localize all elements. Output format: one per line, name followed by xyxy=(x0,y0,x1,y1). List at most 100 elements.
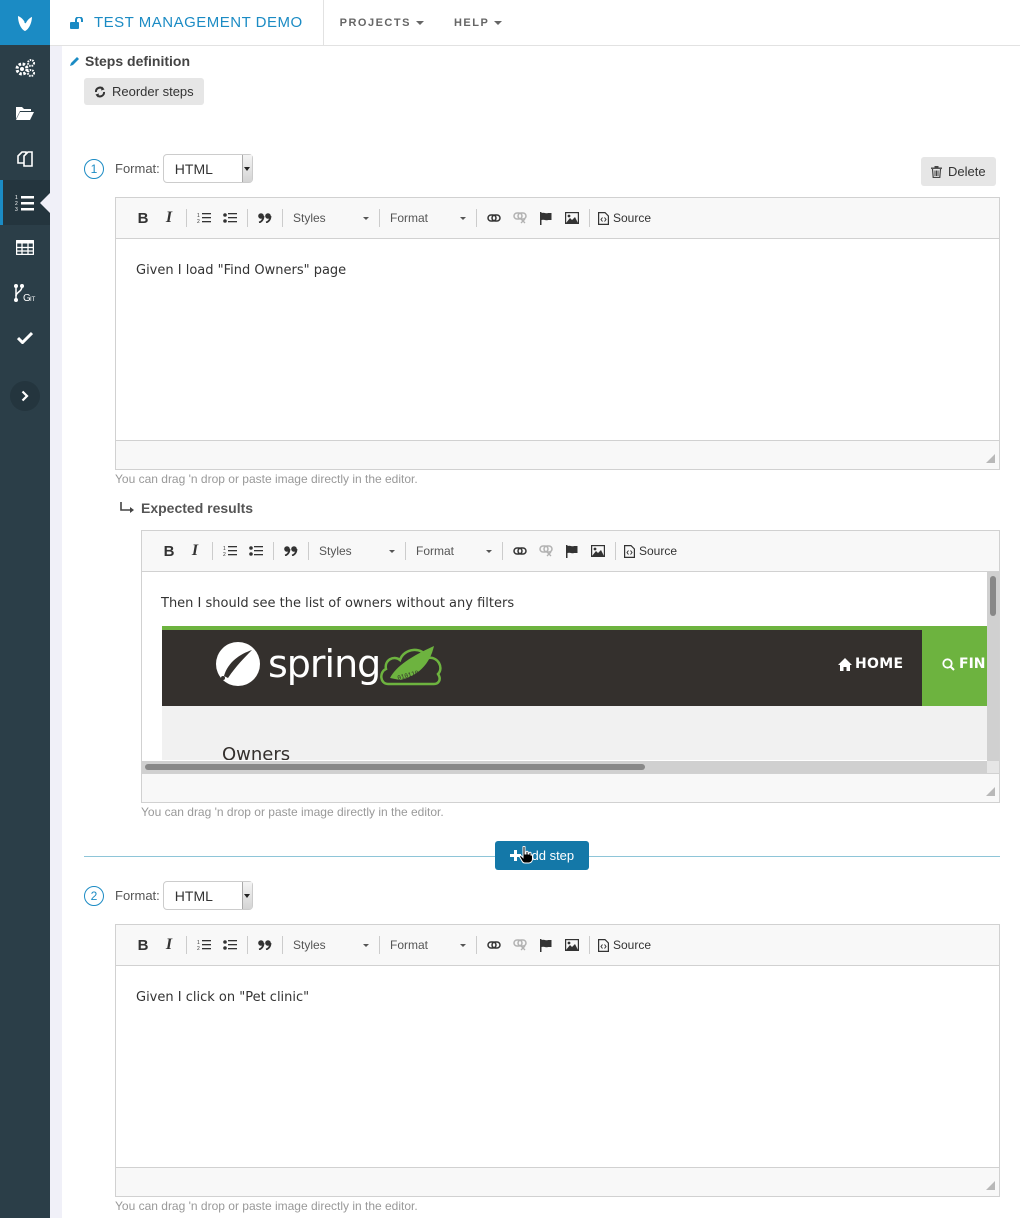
sidebar-item-table[interactable] xyxy=(0,225,50,270)
image-button[interactable] xyxy=(559,205,585,231)
toolbar-separator xyxy=(282,209,283,227)
vertical-scrollbar[interactable] xyxy=(987,572,999,762)
numbered-list-button[interactable]: 12 xyxy=(191,932,217,958)
anchor-button[interactable] xyxy=(533,205,559,231)
styles-combo[interactable]: Styles xyxy=(313,539,401,563)
styles-label: Styles xyxy=(293,211,326,225)
unlink-button[interactable] xyxy=(507,205,533,231)
numbered-list-icon: 12 xyxy=(197,213,211,224)
spring-nav-home: HOME xyxy=(838,656,903,672)
step-action-text: Given I click on "Pet clinic" xyxy=(136,990,310,1005)
editor-content[interactable]: Given I load "Find Owners" page xyxy=(116,239,999,440)
format-combo[interactable]: Format xyxy=(384,206,472,230)
step-1-format-select[interactable]: HTML xyxy=(162,154,253,183)
numbered-list-button[interactable]: 12 xyxy=(191,205,217,231)
link-button[interactable] xyxy=(481,932,507,958)
format-combo[interactable]: Format xyxy=(384,933,472,957)
vertical-scroll-thumb[interactable] xyxy=(990,576,996,616)
source-file-icon xyxy=(624,544,635,558)
resize-handle[interactable] xyxy=(986,1181,995,1190)
caret-down-icon xyxy=(389,549,395,553)
toolbar-separator xyxy=(186,209,187,227)
editor-content[interactable]: Given I click on "Pet clinic" xyxy=(116,966,999,1167)
bulleted-list-icon xyxy=(249,546,263,556)
styles-combo[interactable]: Styles xyxy=(287,206,375,230)
app-logo[interactable] xyxy=(0,0,50,45)
editor-footer xyxy=(116,1167,999,1196)
unlink-button[interactable] xyxy=(507,932,533,958)
source-button[interactable]: Source xyxy=(594,938,655,952)
italic-button[interactable]: I xyxy=(182,538,208,564)
source-button[interactable]: Source xyxy=(594,211,655,225)
delete-label: Delete xyxy=(948,164,986,179)
editor-content[interactable]: Then I should see the list of owners wit… xyxy=(142,572,999,773)
resize-handle[interactable] xyxy=(986,787,995,796)
sidebar-item-validation[interactable] xyxy=(0,315,50,360)
step-2-header: 2 Format: HTML xyxy=(84,881,253,910)
source-label: Source xyxy=(613,938,652,952)
horizontal-scrollbar[interactable] xyxy=(142,761,988,773)
horizontal-scroll-thumb[interactable] xyxy=(145,764,645,770)
blockquote-button[interactable] xyxy=(278,538,304,564)
toolbar-separator xyxy=(405,542,406,560)
link-button[interactable] xyxy=(507,538,533,564)
image-button[interactable] xyxy=(585,538,611,564)
step-number: 1 xyxy=(84,158,104,179)
bold-button[interactable]: B xyxy=(130,205,156,231)
content-gutter xyxy=(50,45,62,1218)
sidebar-item-git[interactable]: G IT xyxy=(0,270,50,315)
caret-down-icon xyxy=(415,20,424,25)
styles-combo[interactable]: Styles xyxy=(287,933,375,957)
blockquote-button[interactable] xyxy=(252,205,278,231)
link-button[interactable] xyxy=(481,205,507,231)
caret-down-icon xyxy=(460,943,466,947)
numbered-list-icon: 12 xyxy=(223,546,237,557)
unlink-icon xyxy=(513,939,527,951)
anchor-button[interactable] xyxy=(559,538,585,564)
bold-button[interactable]: B xyxy=(156,538,182,564)
bulleted-list-button[interactable] xyxy=(217,932,243,958)
step-2-format-select[interactable]: HTML xyxy=(162,881,253,910)
bulleted-list-icon xyxy=(223,213,237,223)
source-button[interactable]: Source xyxy=(620,544,681,558)
italic-button[interactable]: I xyxy=(156,932,182,958)
menu-help[interactable]: HELP xyxy=(454,17,503,29)
svg-text:IT: IT xyxy=(30,297,36,303)
menu-projects[interactable]: PROJECTS xyxy=(340,17,424,29)
numbered-list-button[interactable]: 12 xyxy=(217,538,243,564)
resize-handle[interactable] xyxy=(986,454,995,463)
image-button[interactable] xyxy=(559,932,585,958)
app-title[interactable]: TEST MANAGEMENT DEMO xyxy=(50,0,324,46)
sidebar-item-projects[interactable] xyxy=(0,90,50,135)
flag-icon xyxy=(540,938,552,952)
step-2-action-editor: B I 12 Styles Format Source Given I clic… xyxy=(115,924,1000,1197)
toolbar-separator xyxy=(379,936,380,954)
sidebar-item-test-cases[interactable] xyxy=(0,135,50,180)
expected-result-text: Then I should see the list of owners wit… xyxy=(161,596,515,611)
sidebar-item-steps[interactable]: 123 xyxy=(0,180,50,225)
unlock-icon xyxy=(70,16,83,29)
sidebar-item-settings[interactable] xyxy=(0,45,50,90)
caret-down-icon xyxy=(494,20,503,25)
quote-icon xyxy=(258,940,272,950)
anchor-button[interactable] xyxy=(533,932,559,958)
embedded-screenshot[interactable]: spring 010110 HOME FIN Owners xyxy=(162,626,988,760)
flag-icon xyxy=(540,211,552,225)
delete-step-button[interactable]: Delete xyxy=(921,157,996,186)
image-icon xyxy=(565,212,579,224)
git-icon: G IT xyxy=(14,283,36,303)
add-step-button[interactable]: Add step xyxy=(495,841,589,870)
blockquote-button[interactable] xyxy=(252,932,278,958)
reorder-steps-button[interactable]: Reorder steps xyxy=(84,78,204,105)
unlink-button[interactable] xyxy=(533,538,559,564)
copy-icon xyxy=(17,150,33,167)
italic-button[interactable]: I xyxy=(156,205,182,231)
source-file-icon xyxy=(598,938,609,952)
bulleted-list-button[interactable] xyxy=(243,538,269,564)
format-combo[interactable]: Format xyxy=(410,539,498,563)
bold-button[interactable]: B xyxy=(130,932,156,958)
toolbar-separator xyxy=(502,542,503,560)
sidebar-expand-button[interactable] xyxy=(10,381,40,411)
bulleted-list-button[interactable] xyxy=(217,205,243,231)
svg-text:3: 3 xyxy=(15,207,18,212)
